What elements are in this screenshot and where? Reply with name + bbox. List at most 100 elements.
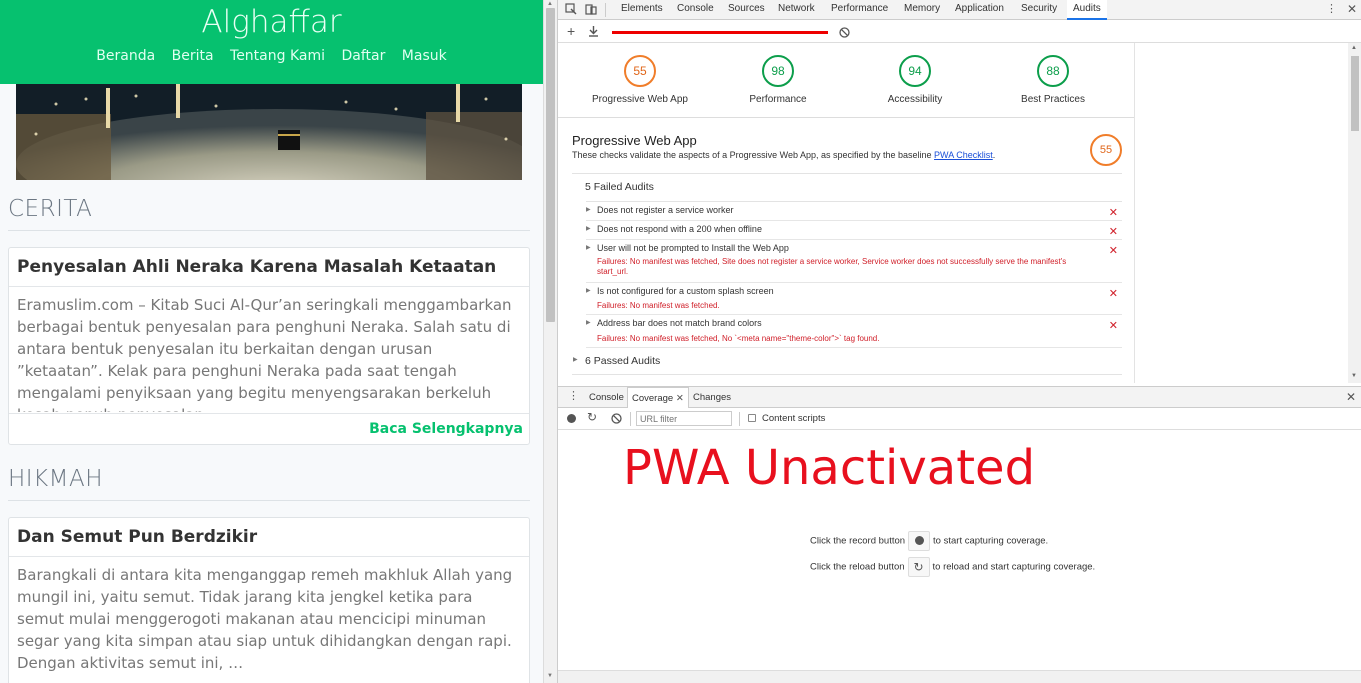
passed-audits-header[interactable]: 6 Passed Audits xyxy=(585,355,660,367)
nav-masuk[interactable]: Masuk xyxy=(402,48,447,64)
audit-title: Is not configured for a custom splash sc… xyxy=(597,286,774,296)
reload-icon[interactable]: ↻ xyxy=(587,410,597,424)
new-audit-icon[interactable]: + xyxy=(567,23,575,39)
desc-text: These checks validate the aspects of a P… xyxy=(572,150,935,160)
clear-icon[interactable] xyxy=(611,413,622,427)
audit-item[interactable]: ▶ Does not respond with a 200 when offli… xyxy=(586,221,1122,240)
scroll-up-arrow-icon[interactable]: ▲ xyxy=(1351,45,1357,51)
pwa-checklist-link[interactable]: PWA Checklist xyxy=(934,150,993,160)
tab-sources[interactable]: Sources xyxy=(728,3,765,14)
report-divider xyxy=(572,374,1122,375)
download-report-icon[interactable] xyxy=(588,24,599,42)
nav-tentang-kami[interactable]: Tentang Kami xyxy=(230,48,325,64)
redacted-report-url[interactable] xyxy=(612,31,828,34)
inspect-element-icon[interactable] xyxy=(565,3,577,18)
drawer-tab-label: Coverage xyxy=(632,393,674,404)
fail-x-icon: ✕ xyxy=(1108,245,1118,257)
tab-separator xyxy=(605,3,606,17)
device-toolbar-icon[interactable] xyxy=(585,3,597,18)
tab-application[interactable]: Application xyxy=(955,3,1004,14)
audit-failure-detail: Failures: No manifest was fetched, No `<… xyxy=(597,334,880,343)
coverage-toolbar: ↻ Content scripts xyxy=(558,408,1361,430)
desc-suffix: . xyxy=(992,150,996,160)
expand-triangle-icon[interactable]: ▶ xyxy=(586,225,591,232)
page-scrollbar-thumb[interactable] xyxy=(546,8,555,322)
audits-scrollbar-thumb[interactable] xyxy=(1351,56,1359,131)
close-drawer-icon[interactable]: ✕ xyxy=(1346,390,1356,404)
fail-x-icon: ✕ xyxy=(1108,226,1118,238)
section-divider xyxy=(8,500,530,501)
tab-performance[interactable]: Performance xyxy=(831,3,888,14)
article-title[interactable]: Dan Semut Pun Berdzikir xyxy=(9,518,529,557)
hint-text: Click the record button xyxy=(810,535,906,547)
scroll-up-arrow-icon[interactable]: ▲ xyxy=(547,1,553,7)
gauge-best-practices[interactable]: 88 Best Practices xyxy=(983,55,1123,105)
section-title-cerita: CERITA xyxy=(8,196,93,222)
nav-daftar[interactable]: Daftar xyxy=(341,48,385,64)
article-card: Dan Semut Pun Berdzikir Barangkali di an… xyxy=(8,517,530,683)
audit-item[interactable]: ▶ Address bar does not match brand color… xyxy=(586,315,1122,348)
tab-console[interactable]: Console xyxy=(677,3,714,14)
drawer-bottom-bar xyxy=(558,670,1361,683)
expand-triangle-icon[interactable]: ▶ xyxy=(586,319,591,326)
page-scrollbar[interactable]: ▲ ▼ xyxy=(543,0,557,683)
tab-memory[interactable]: Memory xyxy=(904,3,940,14)
audit-item[interactable]: ▶ User will not be prompted to Install t… xyxy=(586,240,1122,283)
section-divider xyxy=(8,230,530,231)
audit-item[interactable]: ▶ Is not configured for a custom splash … xyxy=(586,283,1122,315)
tab-audits[interactable]: Audits xyxy=(1067,0,1107,20)
toolbar-separator xyxy=(630,412,631,426)
audits-toolbar: + xyxy=(558,21,1361,43)
audit-title: Does not respond with a 200 when offline xyxy=(597,224,762,234)
hint-reload-button[interactable]: ↻ xyxy=(907,557,930,577)
site-brand[interactable]: Alghaffar xyxy=(0,4,543,40)
report-divider xyxy=(572,173,1122,174)
close-tab-icon[interactable]: ✕ xyxy=(676,393,684,404)
url-filter-input[interactable] xyxy=(636,411,732,426)
kebab-menu-icon[interactable]: ⋮ xyxy=(1326,2,1337,15)
audit-title: Address bar does not match brand colors xyxy=(597,318,762,328)
gauge-performance[interactable]: 98 Performance xyxy=(708,55,848,105)
audit-item[interactable]: ▶ Does not register a service worker ✕ xyxy=(586,202,1122,221)
tab-network[interactable]: Network xyxy=(778,3,815,14)
reload-hint: Click the reload button ↻ to reload and st… xyxy=(810,557,1095,577)
tab-elements[interactable]: Elements xyxy=(621,3,663,14)
scroll-down-arrow-icon[interactable]: ▼ xyxy=(1351,373,1357,379)
drawer-tab-console[interactable]: Console xyxy=(589,392,624,403)
card-divider xyxy=(9,413,529,414)
expand-triangle-icon[interactable]: ▶ xyxy=(586,244,591,251)
expand-triangle-icon[interactable]: ▶ xyxy=(586,287,591,294)
devtools-tabbar: Elements Console Sources Network Perform… xyxy=(558,0,1361,20)
gauge-label: Best Practices xyxy=(1021,94,1085,105)
toolbar-separator xyxy=(739,412,740,426)
article-excerpt: Barangkali di antara kita menganggap rem… xyxy=(17,566,513,672)
hint-text: Click the reload button xyxy=(810,561,905,573)
read-more-link[interactable]: Baca Selengkapnya xyxy=(369,421,523,437)
drawer-tabbar: ⋮ Console Coverage ✕ Changes ✕ xyxy=(558,386,1361,408)
score-ring: 88 xyxy=(1037,55,1069,87)
gauge-accessibility[interactable]: 94 Accessibility xyxy=(845,55,985,105)
article-title[interactable]: Penyesalan Ahli Neraka Karena Masalah Ke… xyxy=(9,248,529,287)
drawer-menu-icon[interactable]: ⋮ xyxy=(568,389,579,402)
audit-failure-detail: Failures: No manifest was fetched. xyxy=(597,301,720,310)
pwa-score-badge: 55 xyxy=(1090,134,1122,166)
tab-security[interactable]: Security xyxy=(1021,3,1057,14)
expand-triangle-icon[interactable]: ▶ xyxy=(586,206,591,213)
nav-beranda[interactable]: Beranda xyxy=(96,48,155,64)
content-scripts-checkbox[interactable] xyxy=(748,414,756,422)
drawer-tab-changes[interactable]: Changes xyxy=(693,392,731,403)
hint-record-button[interactable] xyxy=(908,531,931,551)
drawer-tab-coverage[interactable]: Coverage ✕ xyxy=(627,387,689,408)
expand-triangle-icon[interactable]: ▶ xyxy=(573,356,578,363)
report-divider xyxy=(558,117,1134,118)
record-icon[interactable] xyxy=(567,414,576,423)
fail-x-icon: ✕ xyxy=(1108,288,1118,300)
failed-audits-header[interactable]: 5 Failed Audits xyxy=(585,181,654,193)
audits-scrollbar[interactable]: ▲ ▼ xyxy=(1348,43,1361,383)
close-devtools-icon[interactable]: ✕ xyxy=(1347,2,1357,16)
gauge-pwa[interactable]: 55 Progressive Web App xyxy=(570,55,710,105)
scroll-down-arrow-icon[interactable]: ▼ xyxy=(547,673,553,679)
clear-all-icon[interactable] xyxy=(839,25,850,43)
nav-berita[interactable]: Berita xyxy=(172,48,214,64)
pwa-category-desc: These checks validate the aspects of a P… xyxy=(572,150,1122,160)
